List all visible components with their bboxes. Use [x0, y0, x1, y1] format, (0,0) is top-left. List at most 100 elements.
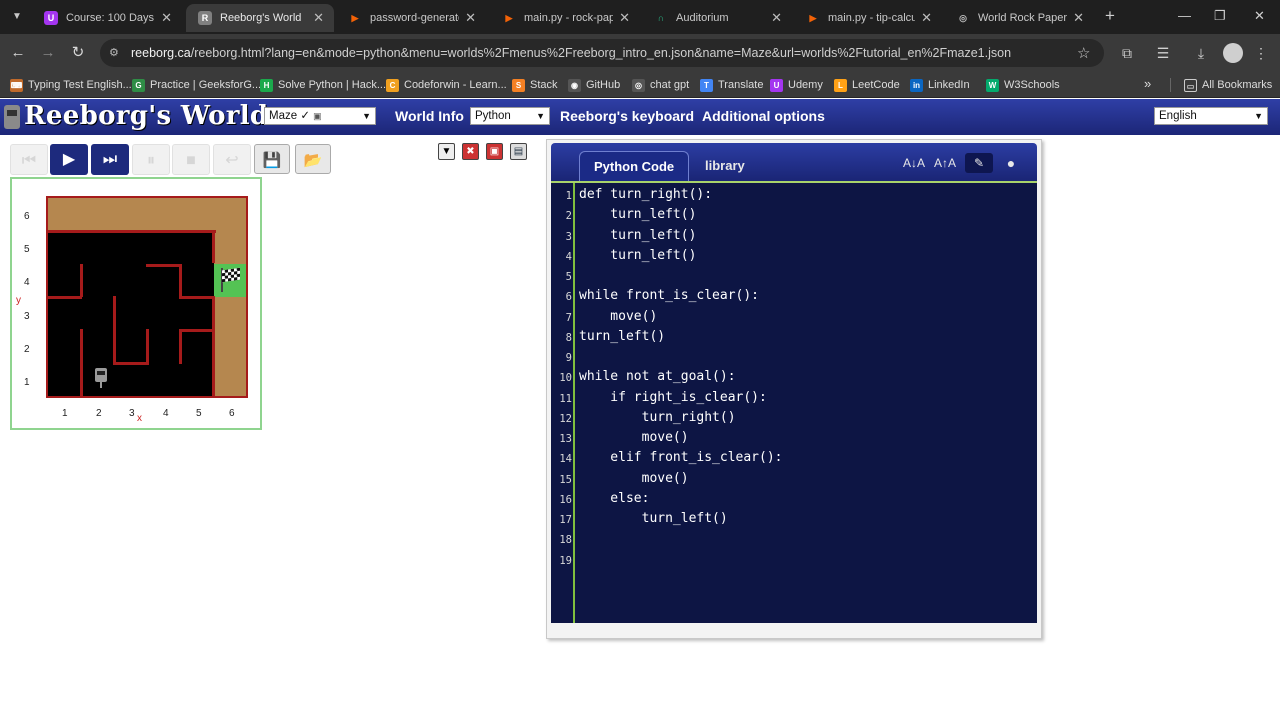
world-maze-grid[interactable]	[46, 196, 248, 398]
code-line[interactable]: while front_is_clear():	[579, 288, 759, 303]
bookmarks-overflow-icon[interactable]: »	[1144, 76, 1151, 91]
extensions-icon[interactable]: ⧉	[1118, 44, 1136, 62]
bookmark-star-icon[interactable]: ☆	[1077, 44, 1090, 62]
reload-icon[interactable]: ↻	[68, 43, 88, 63]
w3schools-icon: W	[986, 78, 999, 92]
bookmark-codeforwin[interactable]: C Codeforwin - Learn...	[386, 76, 507, 94]
close-tab-icon[interactable]: ✕	[921, 10, 932, 26]
code-line[interactable]: def turn_right():	[579, 187, 712, 202]
bookmark-github[interactable]: ◉ GitHub	[568, 76, 620, 94]
all-bookmarks-button[interactable]: ▭ All Bookmarks	[1184, 76, 1272, 94]
tab-reeborgs-world[interactable]: R Reeborg's World ✕	[186, 4, 334, 32]
pause-button[interactable]: ⏸	[132, 144, 170, 175]
bookmark-w3schools[interactable]: W W3Schools	[986, 76, 1060, 94]
translate-icon: T	[700, 78, 713, 92]
forward-icon[interactable]: →	[38, 43, 58, 63]
ui-language-select[interactable]: English ▼	[1154, 107, 1268, 125]
language-mode-select[interactable]: Python ▼	[470, 107, 550, 125]
code-editor[interactable]: 1 2 3 4 5 6 7 8 9 10 11 12 13 14 15 16 17 18 19 def turn_r…	[551, 181, 1037, 623]
close-tab-icon[interactable]: ✕	[313, 10, 324, 26]
code-line[interactable]: turn_left()	[579, 248, 696, 263]
world-info-button[interactable]: World Info	[395, 108, 464, 124]
bookmark-chatgpt[interactable]: ◎ chat gpt	[632, 76, 689, 94]
x-axis-label: x	[137, 413, 142, 424]
download-icon[interactable]: ⤓	[1192, 44, 1210, 62]
bookmark-geeksforgeeks[interactable]: G Practice | GeeksforG...	[132, 76, 261, 94]
additional-options-button[interactable]: Additional options	[702, 108, 825, 124]
bookmark-udemy[interactable]: U Udemy	[770, 76, 823, 94]
code-line[interactable]: turn_left()	[579, 511, 728, 526]
bookmark-hackerrank[interactable]: H Solve Python | Hack...	[260, 76, 386, 94]
reverse-step-button[interactable]: ⏮	[10, 144, 48, 175]
line-number: 2	[565, 210, 572, 223]
code-line[interactable]: turn_left()	[579, 207, 696, 222]
line-number: 15	[559, 473, 572, 486]
minimize-icon[interactable]: —	[1178, 8, 1191, 23]
url-text[interactable]: reeborg.ca/reeborg.html?lang=en&mode=pyt…	[131, 39, 1071, 67]
bookmark-linkedin[interactable]: in LinkedIn	[910, 76, 970, 94]
tab-auditorium[interactable]: ∩ Auditorium ✕	[642, 4, 792, 32]
bookmark-stack[interactable]: S Stack	[512, 76, 558, 94]
world-select-value: Maze ✓	[269, 110, 310, 122]
code-line[interactable]: elif front_is_clear():	[579, 450, 782, 465]
close-tab-icon[interactable]: ✕	[161, 10, 172, 26]
code-line[interactable]: else:	[579, 491, 649, 506]
reeborgs-keyboard-button[interactable]: Reeborg's keyboard	[560, 108, 694, 124]
tab-library[interactable]: library	[691, 151, 759, 181]
step-button[interactable]: ⏭	[91, 144, 129, 175]
world-editor-icon[interactable]: ▤	[510, 143, 527, 160]
restore-icon[interactable]: ❐	[1214, 8, 1226, 24]
code-line[interactable]: while not at_goal():	[579, 369, 736, 384]
world-select[interactable]: Maze ✓ ▣ ▼	[264, 107, 376, 125]
save-world-button[interactable]: 💾	[254, 144, 290, 174]
line-number: 7	[565, 311, 572, 324]
auditorium-icon: ∩	[657, 13, 665, 23]
code-line[interactable]: if right_is_clear():	[579, 390, 767, 405]
reload-world-button[interactable]: ↩	[213, 144, 251, 175]
window-close-icon[interactable]: ✕	[1254, 8, 1265, 24]
line-number: 16	[559, 493, 572, 506]
close-tab-icon[interactable]: ✕	[771, 10, 782, 26]
highlight-toggle-icon[interactable]: ▼	[438, 143, 455, 160]
profile-avatar[interactable]	[1223, 43, 1243, 63]
x-tick-5: 5	[196, 408, 202, 419]
tab-search-icon[interactable]: ▼	[6, 7, 28, 27]
tab-rock-paper[interactable]: ▶ main.py - rock-pape ✕	[490, 4, 640, 32]
edit-pen-icon[interactable]: ✎	[965, 153, 993, 173]
tab-udemy-course[interactable]: U Course: 100 Days of ✕	[32, 4, 182, 32]
reading-list-icon[interactable]: ☰	[1154, 44, 1172, 62]
close-tab-icon[interactable]: ✕	[619, 10, 630, 26]
editor-visibility-icon[interactable]: ▣	[486, 143, 503, 160]
code-line[interactable]: turn_left()	[579, 329, 665, 344]
code-line[interactable]: turn_left()	[579, 228, 696, 243]
tab-python-code[interactable]: Python Code	[579, 151, 690, 181]
more-menu-icon[interactable]: ⋮	[1252, 44, 1270, 62]
tab-password-generator[interactable]: ▶ password-generator ✕	[336, 4, 486, 32]
address-bar[interactable]: ⚙ reeborg.ca/reeborg.html?lang=en&mode=p…	[100, 39, 1104, 67]
open-world-button[interactable]: 📂	[295, 144, 331, 174]
site-info-icon[interactable]: ⚙	[109, 46, 123, 60]
new-tab-button[interactable]: +	[1100, 7, 1120, 27]
close-tab-icon[interactable]: ✕	[465, 10, 476, 26]
bookmark-typing-test[interactable]: ⌨ Typing Test English...	[10, 76, 132, 94]
reeborg-logo: Reeborg's World	[24, 101, 269, 131]
code-line[interactable]: move()	[579, 471, 689, 486]
stop-button[interactable]: ■	[172, 144, 210, 175]
bookmark-leetcode[interactable]: L LeetCode	[834, 76, 900, 94]
close-tab-icon[interactable]: ✕	[1073, 10, 1084, 26]
tab-tip-calculator[interactable]: ▶ main.py - tip-calcula ✕	[794, 4, 942, 32]
watch-variables-icon[interactable]: ✖	[462, 143, 479, 160]
back-icon[interactable]: ←	[8, 43, 28, 63]
code-line[interactable]: turn_right()	[579, 410, 736, 425]
run-button[interactable]: ▶	[50, 144, 88, 175]
leetcode-icon: L	[834, 78, 847, 92]
pause-icon: ⏸	[146, 152, 155, 169]
bookmark-translate[interactable]: T Translate	[700, 76, 763, 94]
code-line[interactable]: move()	[579, 309, 657, 324]
decrease-font-icon[interactable]: A↓A	[903, 153, 925, 173]
magnifier-icon[interactable]: ●	[997, 153, 1025, 173]
code-line[interactable]: move()	[579, 430, 689, 445]
bookmark-label: LeetCode	[852, 79, 900, 91]
increase-font-icon[interactable]: A↑A	[934, 153, 956, 173]
tab-world-rock-paper[interactable]: ◎ World Rock Paper Sc ✕	[944, 4, 1094, 32]
